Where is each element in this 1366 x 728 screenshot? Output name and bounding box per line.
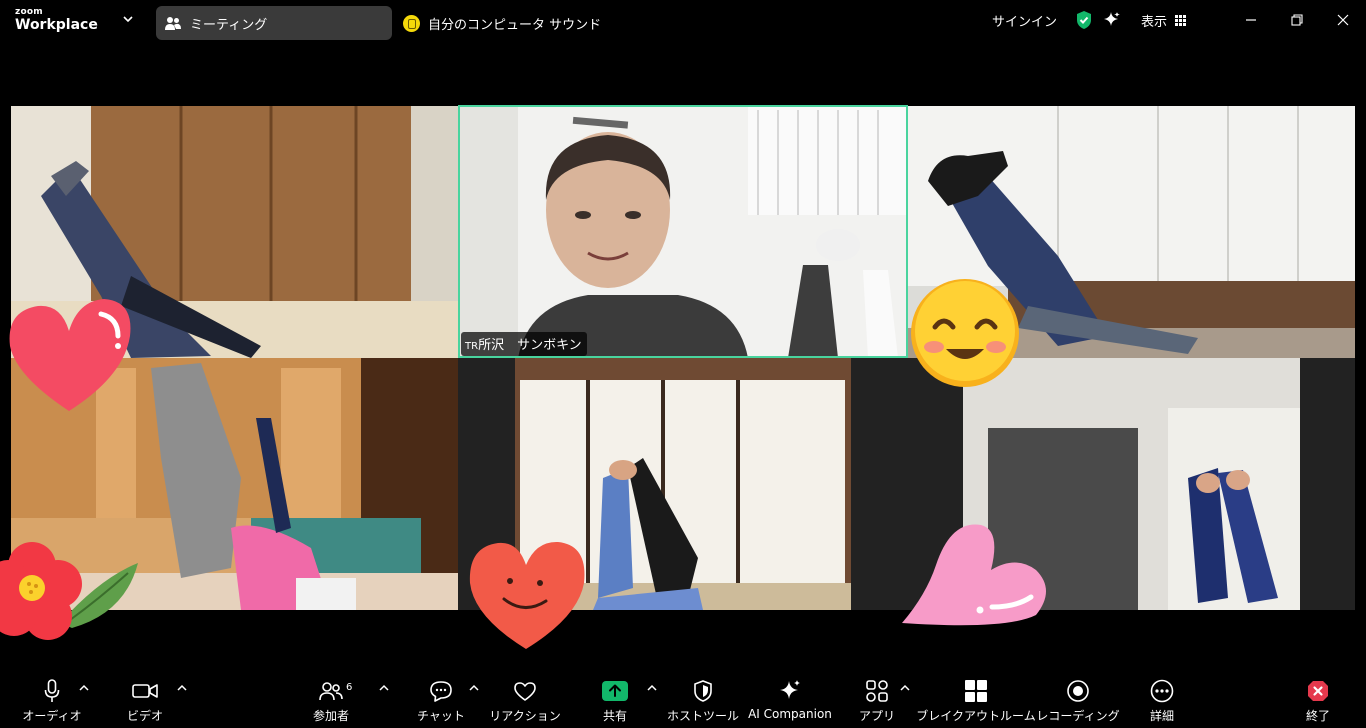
end-label: 終了	[1305, 709, 1330, 723]
share-options-chevron-icon[interactable]	[646, 682, 658, 694]
reactions-button[interactable]: リアクション	[489, 678, 561, 724]
breakout-rooms-label: ブレイクアウトルーム	[916, 709, 1036, 723]
tab-computer-sound[interactable]: 自分のコンピュータ サウンド	[403, 6, 601, 40]
grid-icon	[1175, 14, 1186, 26]
sparkle-icon[interactable]	[1103, 11, 1121, 29]
audio-button[interactable]: オーディオ	[22, 678, 82, 724]
share-button[interactable]: 共有	[598, 678, 632, 724]
ai-sparkle-icon	[780, 680, 800, 699]
chat-button[interactable]: チャット	[412, 678, 470, 724]
close-icon	[1337, 14, 1349, 26]
participants-options-chevron-icon[interactable]	[378, 682, 390, 694]
apps-button[interactable]: アプリ	[852, 678, 902, 724]
zoom-logo: zoom Workplace	[15, 7, 98, 33]
video-options-chevron-icon[interactable]	[176, 682, 188, 694]
video-feed-2	[458, 105, 908, 358]
participants-icon	[319, 682, 343, 701]
shield-check-icon[interactable]	[1075, 10, 1093, 30]
ai-companion-label: AI Companion	[748, 707, 832, 721]
logo-zoom-text: zoom	[15, 7, 43, 17]
tab-computer-sound-label: 自分のコンピュータ サウンド	[428, 17, 602, 33]
video-tile-2[interactable]: TR所沢 サンボキン	[458, 105, 908, 358]
heart-icon	[514, 681, 536, 701]
smiley-emoji	[911, 279, 1019, 387]
name-prefix: TR	[465, 341, 479, 352]
breakout-icon	[965, 680, 987, 702]
video-button[interactable]: ビデオ	[117, 678, 173, 724]
reactions-label: リアクション	[489, 709, 561, 723]
title-bar: zoom Workplace ミーティング 自分のコンピュータ サウンド サイン…	[0, 0, 1366, 44]
apps-options-chevron-icon[interactable]	[899, 682, 911, 694]
apps-label: アプリ	[858, 709, 895, 723]
logo-workplace-text: Workplace	[15, 17, 98, 33]
signin-link[interactable]: サインイン	[992, 11, 1057, 30]
participants-icon	[165, 17, 181, 30]
more-button[interactable]: 詳細	[1142, 678, 1182, 724]
restore-button[interactable]	[1274, 0, 1320, 40]
participant-name-tag: TR所沢 サンボキン	[461, 332, 587, 356]
smiling-heart-sticker	[469, 541, 585, 649]
close-button[interactable]	[1320, 0, 1366, 40]
chat-icon	[430, 681, 452, 702]
more-icon	[1150, 679, 1174, 703]
participant-name: 所沢 サンボキン	[478, 338, 582, 353]
end-meeting-button[interactable]: 終了	[1298, 678, 1338, 724]
participants-label: 参加者	[312, 709, 349, 723]
chat-label: チャット	[417, 709, 465, 723]
top-right-controls: サインイン 表示	[992, 0, 1366, 40]
end-icon	[1308, 681, 1328, 701]
heart-sticker	[9, 299, 131, 411]
minimize-icon	[1246, 19, 1256, 21]
recording-button[interactable]: レコーディング	[1036, 678, 1120, 724]
apps-icon	[866, 680, 888, 702]
ai-companion-button[interactable]: AI Companion	[748, 678, 832, 721]
view-label: 表示	[1140, 14, 1167, 30]
video-label: ビデオ	[126, 709, 163, 723]
flower-sticker	[0, 542, 138, 640]
tab-meeting-label: ミーティング	[190, 17, 268, 33]
chevron-down-icon[interactable]	[121, 12, 135, 26]
share-label: 共有	[602, 709, 627, 723]
view-button[interactable]: 表示	[1141, 11, 1186, 30]
recording-label: レコーディング	[1036, 709, 1120, 723]
sound-icon	[403, 14, 420, 32]
camera-icon	[132, 684, 158, 698]
participants-count-badge: 6	[346, 682, 353, 693]
host-tools-label: ホストツール	[667, 709, 740, 723]
audio-label: オーディオ	[22, 709, 82, 723]
microphone-icon	[44, 679, 60, 702]
record-icon	[1067, 680, 1089, 702]
tab-meeting[interactable]: ミーティング	[156, 6, 392, 40]
share-arrow-icon	[602, 681, 628, 701]
pink-heart-sticker	[902, 524, 1046, 626]
breakout-rooms-button[interactable]: ブレイクアウトルーム	[916, 678, 1036, 724]
chat-options-chevron-icon[interactable]	[468, 682, 480, 694]
host-shield-icon	[694, 680, 712, 702]
audio-options-chevron-icon[interactable]	[78, 682, 90, 694]
meeting-toolbar: オーディオ ビデオ 参加者 6 チャット リアクション 共有 ホストツール AI…	[0, 672, 1366, 728]
host-tools-button[interactable]: ホストツール	[667, 678, 740, 724]
restore-icon	[1291, 14, 1303, 26]
more-label: 詳細	[1149, 709, 1174, 723]
minimize-button[interactable]	[1228, 0, 1274, 40]
